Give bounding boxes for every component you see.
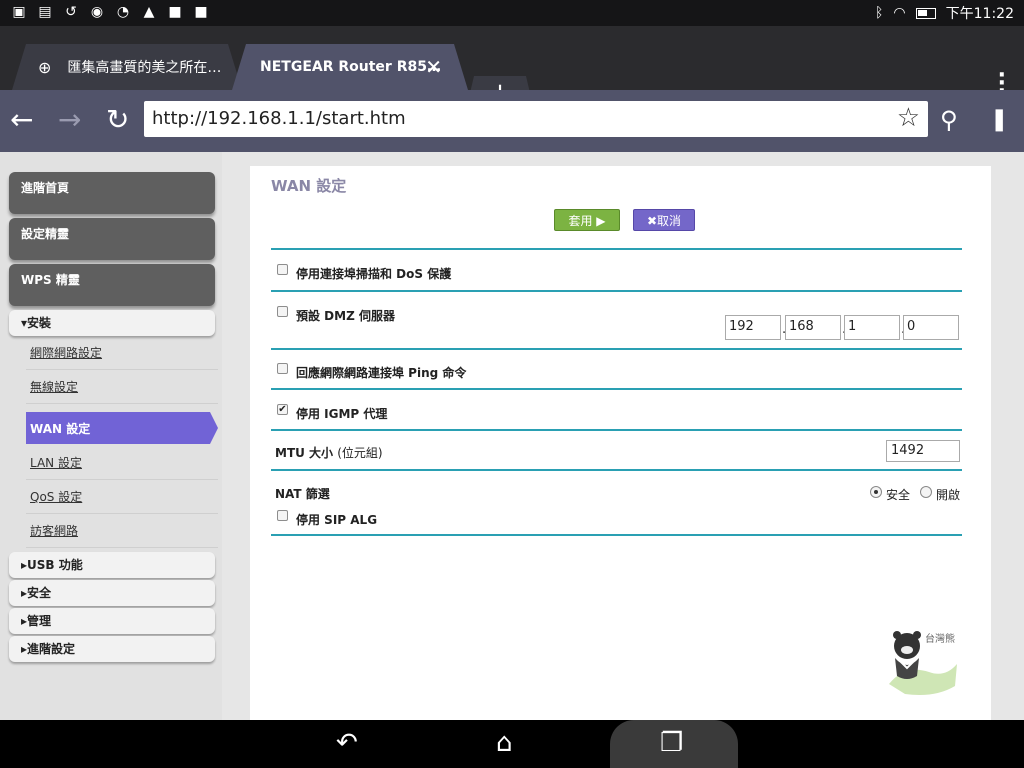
divider bbox=[271, 290, 962, 292]
browser-toolbar: ← → ↻ http://192.168.1.1/start.htm ☆ ⚲ ❚ bbox=[0, 90, 1024, 152]
close-icon[interactable]: ✕ bbox=[425, 55, 442, 79]
dos-checkbox[interactable] bbox=[277, 264, 288, 275]
battery-icon bbox=[915, 7, 936, 19]
dmz-checkbox[interactable] bbox=[277, 306, 288, 317]
ping-checkbox[interactable] bbox=[277, 363, 288, 374]
wifi-icon: ◠ bbox=[893, 5, 906, 21]
asus-icon: ▤ bbox=[38, 4, 52, 20]
bag-check-icon: ■ bbox=[194, 4, 208, 20]
watermark-text: 台灣熊 bbox=[925, 632, 955, 645]
sip-alg-label: 停用 SIP ALG bbox=[296, 513, 378, 527]
sidebar-item-setup-wizard[interactable]: 設定精靈 bbox=[9, 218, 215, 260]
home-icon[interactable]: ⌂ bbox=[496, 728, 513, 758]
history-icon: ↺ bbox=[65, 4, 77, 20]
sidebar-item-lan[interactable]: LAN 設定 bbox=[26, 446, 218, 480]
sidebar-item-advanced-setup[interactable]: ▸進階設定 bbox=[9, 636, 215, 662]
tab-title: 匯集高畫質的美之所在… bbox=[67, 60, 222, 76]
recents-icon[interactable]: ❐ bbox=[660, 728, 683, 758]
tab-active[interactable]: NETGEAR Router R85… ✕ bbox=[232, 44, 468, 90]
clock: 下午11:22 bbox=[945, 6, 1014, 22]
sidebar-item-wps-wizard[interactable]: WPS 精靈 bbox=[9, 264, 215, 306]
sidebar-item-advanced-home[interactable]: 進階首頁 bbox=[9, 172, 215, 214]
sidebar: 進階首頁 設定精靈 WPS 精靈 ▾安裝 網際網路設定 無線設定 WAN 設定 … bbox=[0, 152, 222, 720]
system-nav-bar: ↶ ⌂ ❐ bbox=[0, 720, 1024, 768]
back-icon[interactable]: ↶ bbox=[336, 728, 358, 758]
bear-watermark-logo: 台灣熊 bbox=[889, 631, 957, 695]
speed-icon: ◔ bbox=[116, 4, 130, 20]
sidebar-item-internet[interactable]: 網際網路設定 bbox=[26, 336, 218, 370]
nat-open-radio[interactable] bbox=[920, 486, 932, 498]
sidebar-item-guest[interactable]: 訪客網路 bbox=[26, 514, 218, 548]
sidebar-item-wan[interactable]: WAN 設定 bbox=[26, 412, 218, 444]
warning-icon: ▲ bbox=[143, 4, 155, 20]
dmz-label: 預設 DMZ 伺服器 bbox=[296, 309, 395, 323]
divider bbox=[271, 348, 962, 350]
tab-strip: ⊕ 匯集高畫質的美之所在… NETGEAR Router R85… ✕ + ··… bbox=[0, 26, 1024, 110]
apply-button[interactable]: 套用 ▶ bbox=[554, 209, 620, 231]
cancel-button[interactable]: ✖取消 bbox=[633, 209, 695, 231]
divider bbox=[271, 429, 962, 431]
sidebar-item-wireless[interactable]: 無線設定 bbox=[26, 370, 218, 404]
url-bar[interactable]: http://192.168.1.1/start.htm ☆ bbox=[144, 101, 928, 137]
wan-settings-panel: WAN 設定 套用 ▶ ✖取消 停用連接埠掃描和 DoS 保護 預設 DMZ 伺… bbox=[250, 166, 991, 720]
bluetooth-icon: ᛒ bbox=[875, 5, 884, 21]
back-icon[interactable]: ← bbox=[10, 104, 33, 136]
dmz-ip-octet-3[interactable]: 1 bbox=[844, 315, 900, 340]
bag-icon: ■ bbox=[168, 4, 182, 20]
dmz-ip-octet-2[interactable]: 168 bbox=[785, 315, 841, 340]
status-bar: ▣ ▤ ↺ ◉ ◔ ▲ ■ ■ ᛒ ◠ 下午11:22 bbox=[0, 0, 1024, 26]
search-icon[interactable]: ⚲ bbox=[940, 104, 958, 136]
page: 進階首頁 設定精靈 WPS 精靈 ▾安裝 網際網路設定 無線設定 WAN 設定 … bbox=[0, 152, 1024, 720]
url-text: http://192.168.1.1/start.htm bbox=[152, 108, 406, 129]
dos-label: 停用連接埠掃描和 DoS 保護 bbox=[296, 267, 452, 281]
sidebar-item-usb[interactable]: ▸USB 功能 bbox=[9, 552, 215, 578]
globe-icon: ⊕ bbox=[38, 57, 52, 77]
sip-alg-checkbox[interactable] bbox=[277, 510, 288, 521]
system-icons: ᛒ ◠ 下午11:22 bbox=[875, 3, 1014, 23]
app-icon: ◉ bbox=[90, 4, 104, 20]
notification-icons: ▣ ▤ ↺ ◉ ◔ ▲ ■ ■ bbox=[10, 3, 210, 21]
divider bbox=[271, 469, 962, 471]
sidebar-item-qos[interactable]: QoS 設定 bbox=[26, 480, 218, 514]
dmz-ip-octet-1[interactable]: 192 bbox=[725, 315, 781, 340]
igmp-checkbox[interactable]: ✔ bbox=[277, 404, 288, 415]
nat-filter-label: NAT 篩選 bbox=[275, 487, 330, 501]
tab-title: NETGEAR Router R85… bbox=[260, 59, 441, 75]
dmz-ip-octet-4[interactable]: 0 bbox=[903, 315, 959, 340]
mtu-unit: (位元組) bbox=[337, 446, 383, 460]
nat-secure-label: 安全 bbox=[886, 488, 911, 502]
forward-icon[interactable]: → bbox=[58, 104, 81, 136]
divider bbox=[271, 248, 962, 250]
sidebar-item-security[interactable]: ▸安全 bbox=[9, 580, 215, 606]
igmp-label: 停用 IGMP 代理 bbox=[296, 407, 388, 421]
star-icon[interactable]: ☆ bbox=[897, 103, 920, 133]
ping-label: 回應網際網路連接埠 Ping 命令 bbox=[296, 366, 467, 380]
nat-open-label: 開啟 bbox=[936, 488, 961, 502]
tab-inactive[interactable]: ⊕ 匯集高畫質的美之所在… bbox=[12, 44, 242, 90]
mtu-label: MTU 大小 (位元組) bbox=[275, 444, 383, 461]
mtu-input[interactable]: 1492 bbox=[886, 440, 960, 462]
sidebar-item-admin[interactable]: ▸管理 bbox=[9, 608, 215, 634]
divider bbox=[271, 534, 962, 536]
divider bbox=[271, 388, 962, 390]
image-icon: ▣ bbox=[12, 4, 26, 20]
page-title: WAN 設定 bbox=[271, 177, 347, 195]
bookmark-icon[interactable]: ❚ bbox=[990, 104, 1008, 136]
mtu-label-text: MTU 大小 bbox=[275, 446, 334, 460]
sidebar-section-setup[interactable]: ▾安裝 bbox=[9, 310, 215, 336]
nat-secure-radio[interactable] bbox=[870, 486, 882, 498]
reload-icon[interactable]: ↻ bbox=[106, 104, 129, 136]
